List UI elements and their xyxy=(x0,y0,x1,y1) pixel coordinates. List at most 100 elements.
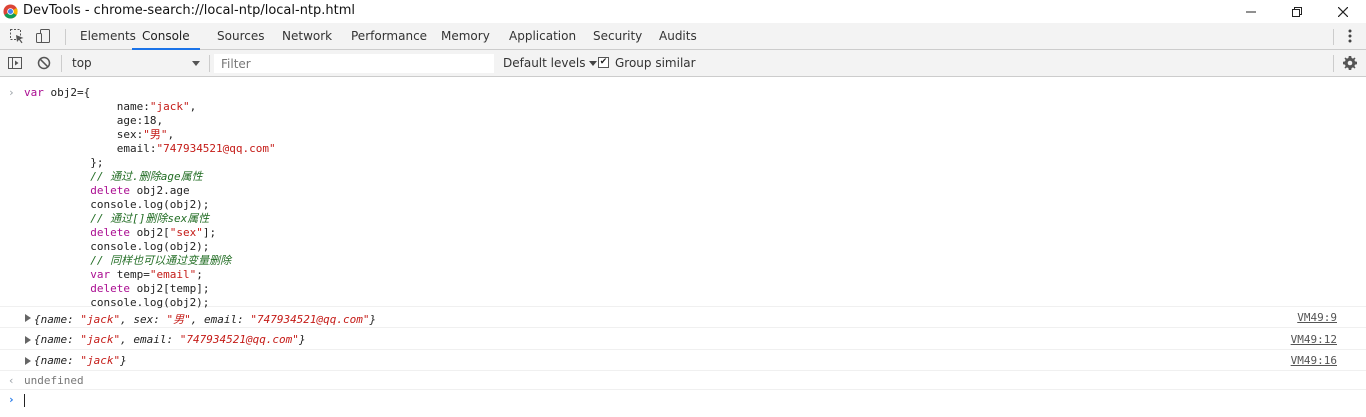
result-arrow-icon: ‹ xyxy=(8,374,15,387)
code-line: console.log(obj2); xyxy=(24,240,276,254)
gear-icon[interactable] xyxy=(1342,55,1358,71)
code-token: obj2[ xyxy=(129,226,170,239)
code-token: obj2={ xyxy=(43,86,91,99)
code-line: name:"jack", xyxy=(24,100,276,114)
code-line: var temp="email"; xyxy=(24,268,276,282)
more-options-icon[interactable] xyxy=(1343,28,1357,44)
tab-elements[interactable]: Elements xyxy=(80,23,136,49)
execution-context-value: top xyxy=(72,56,92,70)
source-link[interactable]: VM49:12 xyxy=(1291,333,1337,346)
minimize-button[interactable] xyxy=(1228,0,1274,23)
code-token: email: xyxy=(24,142,157,155)
code-token: // 通过[]删除sex属性 xyxy=(24,212,210,225)
source-link[interactable]: VM49:9 xyxy=(1297,311,1337,324)
code-line: delete obj2["sex"]; xyxy=(24,226,276,240)
console-input-echo: › var obj2={ name:"jack", age:18, sex:"男… xyxy=(0,82,1366,310)
log-row-1[interactable]: {name: "jack", sex: "男", email: "7479345… xyxy=(0,307,1366,328)
tab-audits[interactable]: Audits xyxy=(659,23,697,49)
code-line: sex:"男", xyxy=(24,128,276,142)
code-token: , xyxy=(189,100,197,113)
code-token: var xyxy=(24,268,111,281)
result-value: undefined xyxy=(24,374,84,387)
code-token: "sex" xyxy=(169,226,203,239)
tab-network[interactable]: Network xyxy=(282,23,332,49)
sidebar-toggle-icon[interactable] xyxy=(7,55,23,71)
code-line: // 通过.删除age属性 xyxy=(24,170,276,184)
source-link[interactable]: VM49:16 xyxy=(1291,354,1337,367)
log-key-text: {name: xyxy=(34,333,81,346)
code-token: console.log(obj2); xyxy=(24,198,210,211)
code-token: "747934521@qq.com" xyxy=(156,142,276,155)
expand-triangle-icon[interactable] xyxy=(25,336,31,344)
code-block: var obj2={ name:"jack", age:18, sex:"男",… xyxy=(24,86,276,310)
expand-triangle-icon[interactable] xyxy=(25,357,31,365)
execution-context-select[interactable]: top xyxy=(66,54,206,73)
device-toolbar-icon[interactable] xyxy=(35,28,51,44)
log-row-3[interactable]: {name: "jack"} VM49:16 xyxy=(0,350,1366,371)
tab-memory[interactable]: Memory xyxy=(441,23,490,49)
code-line: delete obj2[temp]; xyxy=(24,282,276,296)
log-key-text: } xyxy=(369,313,377,326)
log-string-value: "jack" xyxy=(80,313,121,326)
code-token: delete xyxy=(24,226,130,239)
code-line: age:18, xyxy=(24,114,276,128)
text-caret xyxy=(24,394,25,407)
code-line: console.log(obj2); xyxy=(24,198,276,212)
log-key-text: , email: xyxy=(190,313,251,326)
console-messages: › var obj2={ name:"jack", age:18, sex:"男… xyxy=(0,78,1366,417)
result-row: ‹ undefined xyxy=(0,371,1366,390)
code-token: "jack" xyxy=(149,100,190,113)
log-key-text: {name: xyxy=(34,354,81,367)
log-message[interactable]: {name: "jack", email: "747934521@qq.com"… xyxy=(34,333,306,346)
log-row-2[interactable]: {name: "jack", email: "747934521@qq.com"… xyxy=(0,329,1366,350)
toolbar-divider xyxy=(209,55,210,72)
close-button[interactable] xyxy=(1320,0,1366,23)
tab-console[interactable]: Console xyxy=(132,23,200,50)
code-token: }; xyxy=(24,156,104,169)
log-message[interactable]: {name: "jack", sex: "男", email: "7479345… xyxy=(34,311,376,327)
tabbar-divider-right xyxy=(1333,29,1334,45)
console-filter-input[interactable] xyxy=(214,54,494,73)
clear-console-icon[interactable] xyxy=(36,55,52,71)
code-line: // 同样也可以通过变量删除 xyxy=(24,254,276,268)
code-token: delete xyxy=(24,282,130,295)
restore-button[interactable] xyxy=(1274,0,1320,23)
minimize-icon xyxy=(1246,11,1256,12)
tab-security[interactable]: Security xyxy=(593,23,642,49)
console-prompt[interactable]: › xyxy=(0,391,1366,409)
code-token: temp= xyxy=(110,268,150,281)
log-levels-dropdown[interactable]: Default levels xyxy=(503,54,598,73)
code-token: "男" xyxy=(143,128,168,141)
code-token: delete xyxy=(24,184,130,197)
code-token: sex: xyxy=(24,128,144,141)
code-line: delete obj2.age xyxy=(24,184,276,198)
devtools-tabbar: Elements Console Sources Network Perform… xyxy=(0,23,1366,50)
code-token: age:18, xyxy=(24,114,164,127)
code-token: obj2[temp]; xyxy=(129,282,210,295)
group-similar-label: Group similar xyxy=(615,56,696,70)
dropdown-caret-icon xyxy=(589,61,598,66)
window-titlebar: DevTools - chrome-search://local-ntp/loc… xyxy=(0,0,1366,23)
code-token: name: xyxy=(24,100,150,113)
tab-application[interactable]: Application xyxy=(509,23,576,49)
code-token: ]; xyxy=(202,226,217,239)
log-key-text: {name: xyxy=(34,313,81,326)
log-message[interactable]: {name: "jack"} xyxy=(34,354,127,367)
log-string-value: "jack" xyxy=(80,354,121,367)
window-title: DevTools - chrome-search://local-ntp/loc… xyxy=(23,3,356,18)
code-token: ; xyxy=(196,268,203,281)
tab-performance[interactable]: Performance xyxy=(351,23,427,49)
inspect-element-icon[interactable] xyxy=(9,28,25,44)
log-string-value: "jack" xyxy=(80,333,121,346)
dropdown-caret-icon xyxy=(192,61,200,66)
log-key-text: , sex: xyxy=(120,313,167,326)
log-key-text: } xyxy=(298,333,306,346)
group-similar-checkbox[interactable]: ✔ xyxy=(598,57,609,68)
toolbar-divider xyxy=(1333,55,1334,72)
code-token: var xyxy=(24,86,44,99)
code-token: , xyxy=(167,128,175,141)
expand-triangle-icon[interactable] xyxy=(25,314,31,322)
log-string-value: "747934521@qq.com" xyxy=(179,333,299,346)
tab-sources[interactable]: Sources xyxy=(217,23,264,49)
log-levels-label: Default levels xyxy=(503,56,586,70)
